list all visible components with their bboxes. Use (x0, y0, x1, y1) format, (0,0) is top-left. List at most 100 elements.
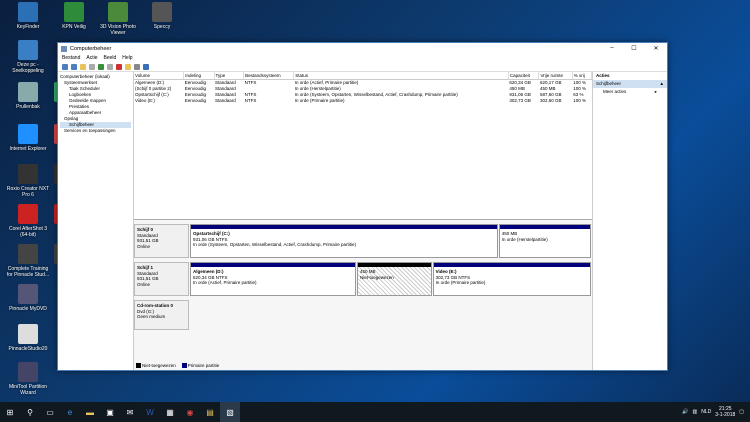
settings-icon[interactable] (134, 63, 140, 70)
table-row[interactable]: Opstartschijf (C:) Eenvoudig Standaard NTFS… (134, 91, 592, 97)
column-header[interactable]: Type (214, 72, 245, 80)
clock-date: 3-1-2018 (715, 412, 736, 418)
column-header[interactable]: Bestandssysteem (243, 72, 295, 80)
partition[interactable]: Opstartschijf (C:) 931,06 GB NTFS In orde … (190, 224, 498, 258)
folder-up-icon[interactable] (80, 63, 86, 70)
desktop-icon[interactable]: KeyFinder (6, 2, 50, 30)
word-icon[interactable]: W (140, 402, 160, 422)
edge-icon[interactable]: e (60, 402, 80, 422)
disk-row: Schijf 0 Standaard 931,51 GB Online Opstarts… (134, 224, 592, 258)
desktop-icon[interactable]: KPN Veilig (52, 2, 96, 30)
legend-label: Niet-toegewezen (142, 362, 176, 368)
forward-icon[interactable] (71, 63, 77, 70)
desktop-icon-label: MiniTool Partition Wizard (8, 384, 48, 396)
menu-file[interactable]: Bestand (62, 55, 80, 61)
column-header[interactable]: % vrij (572, 72, 593, 80)
minimize-button[interactable]: – (601, 45, 623, 52)
partition[interactable]: 450 MB In orde (Herstelpartitie) (498, 224, 591, 258)
maximize-button[interactable]: ☐ (623, 45, 645, 52)
notification-icon[interactable]: ▢ (739, 409, 744, 415)
close-button[interactable]: ✕ (645, 45, 667, 52)
start-icon[interactable]: ⊞ (0, 402, 20, 422)
column-header[interactable]: Vrije ruimte (538, 72, 573, 80)
navigation-tree: Computerbeheer (lokaal) Systeemwerkset T… (58, 72, 134, 370)
shortcut-icon (18, 124, 38, 144)
partition[interactable]: Video (E:) 302,73 GB NTFS In orde (Primair… (432, 262, 591, 296)
desktop-icon[interactable]: 3D Vision Photo Viewer (96, 2, 140, 36)
chrome-icon[interactable]: ◉ (180, 402, 200, 422)
search-icon[interactable]: ⚲ (20, 402, 40, 422)
column-header[interactable]: Capaciteit (508, 72, 540, 80)
partition[interactable]: Algemeen (D:) 620,34 GB NTFS In orde (Acti… (190, 262, 357, 296)
shortcut-icon (108, 2, 128, 22)
desktop-icon[interactable]: MiniTool Partition Wizard (6, 362, 50, 396)
clock[interactable]: 21:25 3-1-2018 (715, 406, 735, 418)
table-cell: Eenvoudig (184, 97, 207, 103)
explorer-icon[interactable]: ▬ (80, 402, 100, 422)
partition-bar (433, 263, 590, 267)
table-cell: 302,73 GB (509, 97, 531, 103)
shortcut-icon (18, 244, 38, 264)
collapse-icon: ▲ (659, 81, 664, 86)
legend: Niet-toegewezen Primaire partitie (136, 363, 219, 368)
view-icon[interactable] (107, 63, 113, 70)
taskbar: ⊞ ⚲ ▭ e ▬ ▣ ✉ W ▦ ◉ ▤ ▧ 🔊 ▥ NLD 21:25 3-… (0, 402, 750, 422)
table-cell: Video (E:) (135, 97, 155, 103)
legend-item: Niet-toegewezen (136, 363, 176, 368)
desktop-icon-label: Pinnacle MyDVD (9, 306, 47, 312)
column-header[interactable]: Status (293, 72, 509, 80)
photos-icon[interactable]: ▦ (160, 402, 180, 422)
open-icon[interactable] (125, 63, 131, 70)
shortcut-icon (152, 2, 172, 22)
partition[interactable]: 450 MB Niet-toegewezen (357, 262, 432, 296)
desktop-icon[interactable]: Pinnacle MyDVD (6, 284, 50, 312)
menu-view[interactable]: Beeld (103, 55, 116, 61)
legend-swatch (181, 363, 187, 368)
volume-icon[interactable]: 🔊 (682, 409, 688, 415)
delete-icon[interactable] (116, 63, 122, 70)
table-cell: Standaard (215, 97, 236, 103)
shortcut-icon (64, 2, 84, 22)
legend-item: Primaire partitie (181, 363, 219, 368)
partition-bar (358, 263, 431, 267)
actions-selected-label: Schijfbeheer (596, 81, 622, 86)
system-tray: 🔊 ▥ NLD 21:25 3-1-2018 ▢ (682, 406, 750, 418)
disk-label[interactable]: Schijf 1 Standaard 931,51 GB Online (134, 262, 189, 296)
app-icon-2[interactable]: ▤ (200, 402, 220, 422)
network-icon[interactable]: ▥ (693, 409, 698, 415)
shortcut-icon (18, 40, 38, 60)
disk-label[interactable]: Cd-rom-station 0 Dvd (G:) Geen medium (134, 300, 189, 330)
partition-text: In orde (Actief, Primaire partitie) (193, 280, 257, 285)
task-view-icon[interactable]: ▭ (40, 402, 60, 422)
desktop-icon[interactable]: Speccy (140, 2, 184, 30)
partition-bar (499, 225, 590, 229)
mail-icon[interactable]: ✉ (120, 402, 140, 422)
menu-action[interactable]: Actie (86, 55, 97, 61)
tree-services[interactable]: Services en toepassingen (60, 128, 131, 134)
legend-swatch (136, 363, 141, 368)
desktop-icon[interactable]: PinnacleStudio20 (6, 324, 50, 352)
store-icon[interactable]: ▣ (100, 402, 120, 422)
more-actions[interactable]: Meer acties ▸ (593, 88, 667, 96)
desktop-icon-label: PinnacleStudio20 (8, 346, 48, 352)
desktop-icon-label: Speccy (153, 24, 171, 30)
table-row[interactable]: Video (E:) Eenvoudig Standaard NTFS In orde … (134, 97, 592, 103)
disk-label-text: Online (137, 243, 151, 249)
language-icon[interactable]: NLD (701, 409, 711, 415)
disk-label-text: Online (137, 281, 151, 287)
computer-management-taskbar-icon[interactable]: ▧ (220, 402, 240, 422)
disk-label[interactable]: Schijf 0 Standaard 931,51 GB Online (134, 224, 189, 258)
column-header[interactable]: Volume (134, 72, 185, 80)
actions-selected[interactable]: Schijfbeheer ▲ (593, 80, 667, 88)
refresh-icon[interactable] (143, 63, 149, 70)
properties-icon[interactable] (89, 63, 95, 70)
partition-bar (191, 225, 497, 229)
desktop-icon[interactable]: Deze pc - Snelkoppeling (6, 40, 50, 74)
disk-row: Cd-rom-station 0 Dvd (G:) Geen medium (134, 300, 592, 330)
menu-help[interactable]: Help (122, 55, 132, 61)
disk-graphical-view: Schijf 0 Standaard 931,51 GB Online Opstarts… (134, 220, 592, 370)
help-icon[interactable] (98, 63, 104, 70)
back-icon[interactable] (62, 63, 68, 70)
column-header[interactable]: Indeling (183, 72, 215, 80)
chevron-right-icon: ▸ (654, 89, 657, 94)
